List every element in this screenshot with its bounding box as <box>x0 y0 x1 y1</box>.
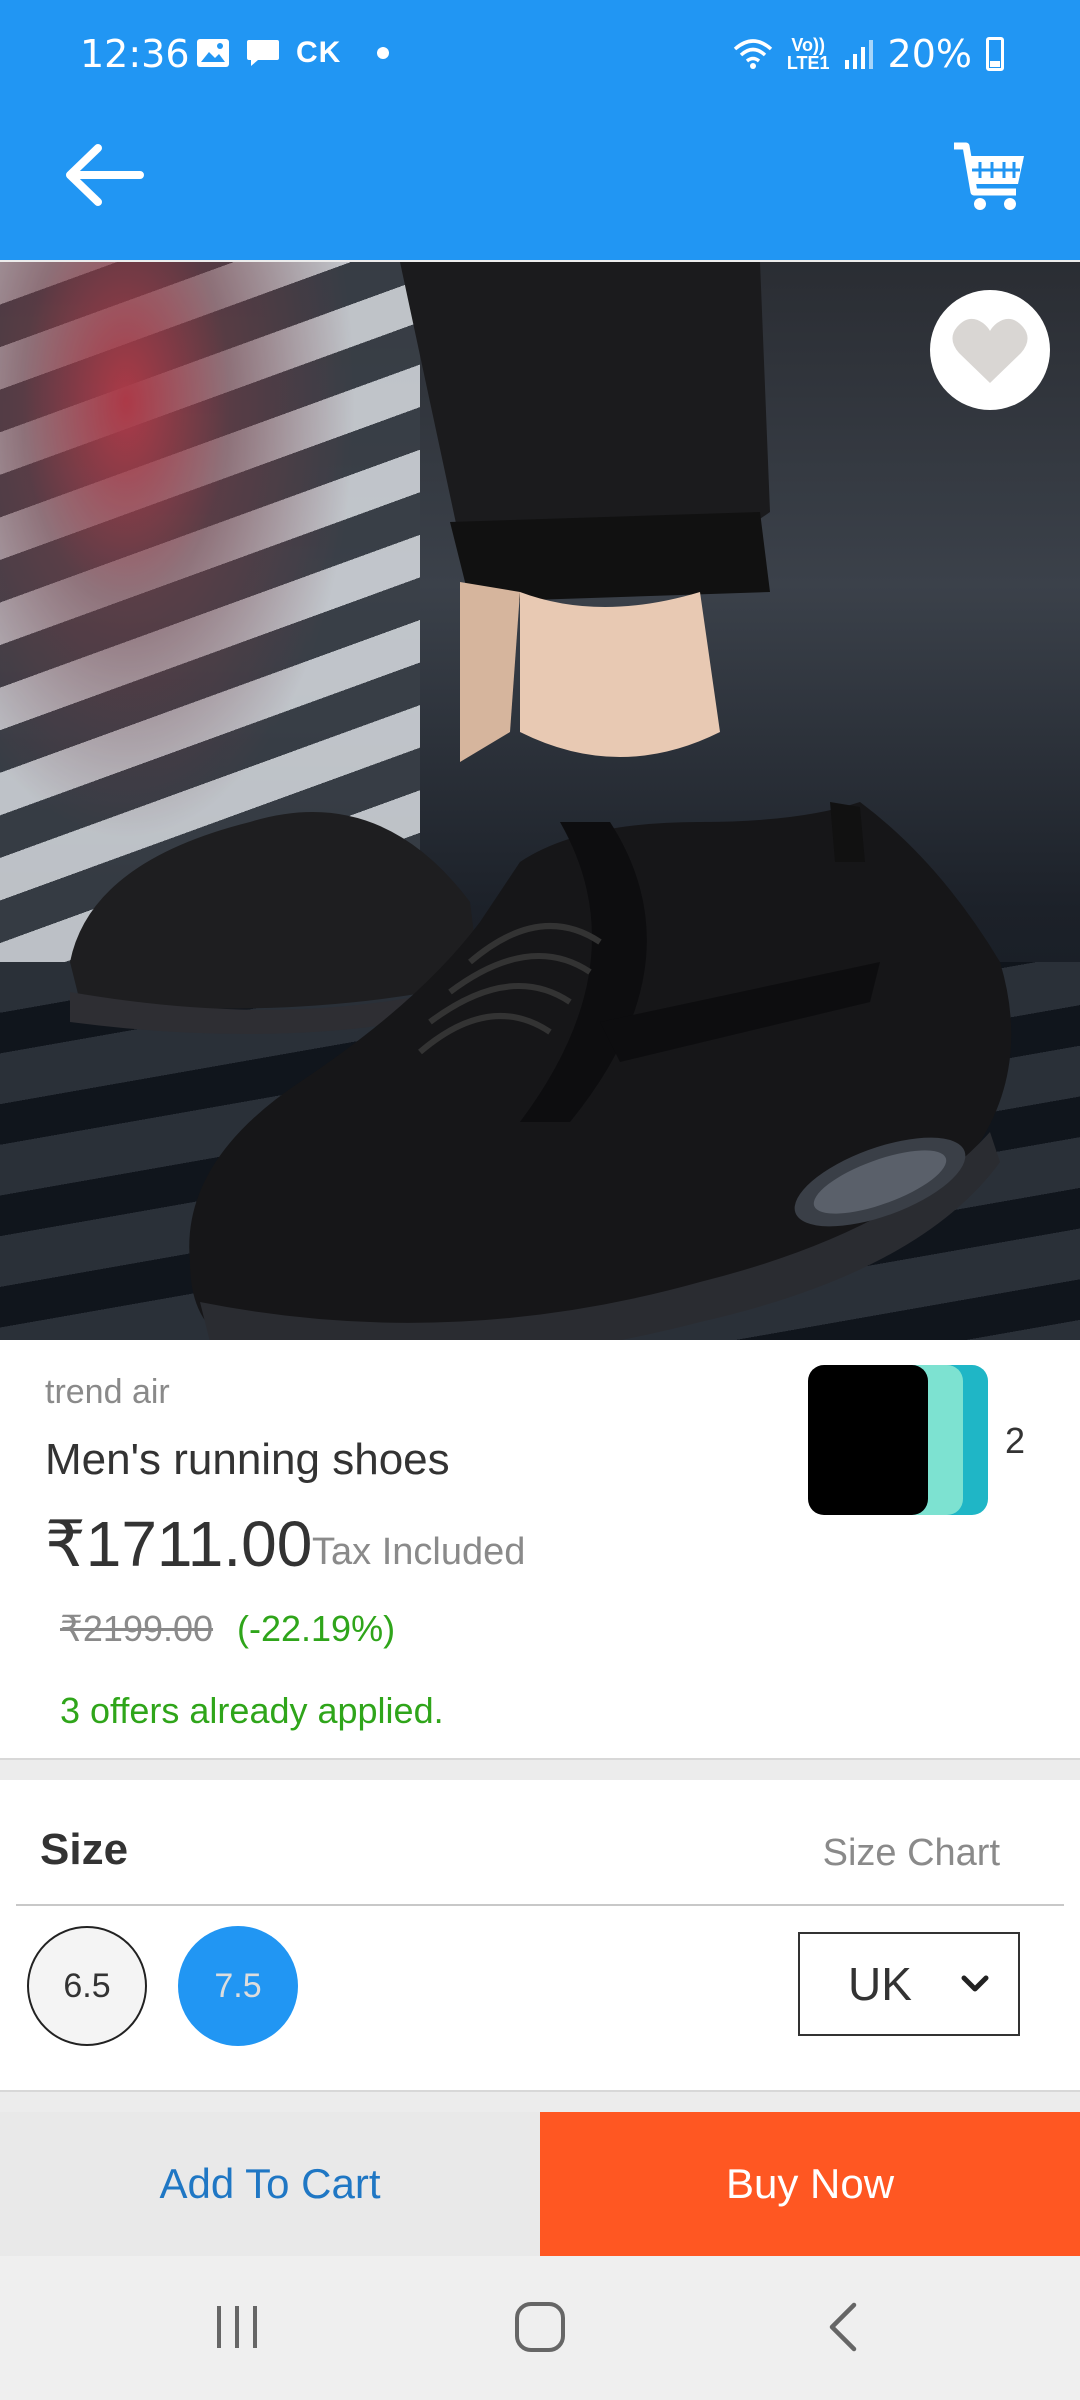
heart-icon <box>952 318 1028 383</box>
add-to-cart-button[interactable]: Add To Cart <box>0 2112 540 2256</box>
shopping-cart-icon <box>954 142 1024 210</box>
notification-dot <box>377 47 390 59</box>
system-indicators: Vo)) LTE1 20% <box>733 32 1004 76</box>
status-bar: 12:36 CK Vo)) LTE1 20% <box>0 0 1080 110</box>
home-icon <box>515 2302 565 2352</box>
color-variant-count: 2 <box>1005 1420 1026 1461</box>
home-button[interactable] <box>500 2292 580 2362</box>
original-price: ₹2199.00 <box>60 1608 214 1649</box>
system-back-button[interactable] <box>802 2292 882 2362</box>
purchase-actions: Add To Cart Buy Now <box>0 2112 1080 2256</box>
divider <box>16 1904 1064 1906</box>
notification-icons: CK <box>196 36 390 70</box>
size-selector-card: Size Size Chart 6.5 7.5 UK <box>0 1780 1080 2092</box>
size-unit-dropdown[interactable]: UK <box>798 1932 1020 2036</box>
product-image[interactable] <box>0 262 1080 1340</box>
size-option[interactable]: 6.5 <box>27 1926 147 2046</box>
recents-button[interactable] <box>198 2292 278 2362</box>
product-price: ₹1711.00 <box>45 1508 313 1580</box>
size-unit-value: UK <box>848 1958 912 2010</box>
favorite-button[interactable] <box>930 290 1050 410</box>
gallery-icon <box>197 39 229 67</box>
network-label: Vo)) LTE1 <box>786 35 830 73</box>
product-detail-page: 12:36 CK Vo)) LTE1 20% trend air Men's r… <box>0 0 1080 2400</box>
chevron-down-icon <box>961 1975 989 1992</box>
shoe-illustration <box>70 262 1012 1340</box>
battery-icon <box>986 37 1004 71</box>
buy-now-button[interactable]: Buy Now <box>540 2112 1080 2256</box>
carrier-tag: CK <box>296 36 342 69</box>
back-chevron-icon <box>829 2302 857 2352</box>
size-chart-link[interactable]: Size Chart <box>823 1832 1000 1875</box>
arrow-left-icon <box>66 144 144 206</box>
product-info-card: trend air Men's running shoes ₹1711.00 T… <box>0 1340 1080 1760</box>
size-option-selected[interactable]: 7.5 <box>178 1926 298 2046</box>
size-title: Size <box>40 1825 129 1874</box>
status-time: 12:36 <box>80 32 190 76</box>
tax-note: Tax Included <box>312 1531 526 1573</box>
system-nav-bar <box>0 2256 1080 2400</box>
signal-icon <box>844 40 873 69</box>
message-icon <box>247 40 279 66</box>
recents-icon <box>217 2306 257 2348</box>
product-name: Men's running shoes <box>45 1435 450 1484</box>
color-swatch-black[interactable] <box>808 1365 928 1515</box>
offers-applied: 3 offers already applied. <box>60 1690 444 1731</box>
battery-percent: 20% <box>887 32 972 76</box>
color-variants[interactable] <box>808 1365 1008 1515</box>
discount-percent: (-22.19%) <box>237 1608 396 1649</box>
wifi-icon <box>733 39 773 69</box>
brand-name: trend air <box>45 1373 170 1411</box>
cart-button[interactable] <box>950 138 1030 218</box>
back-button[interactable] <box>60 140 150 210</box>
app-bar: 12:36 CK Vo)) LTE1 20% <box>0 0 1080 260</box>
